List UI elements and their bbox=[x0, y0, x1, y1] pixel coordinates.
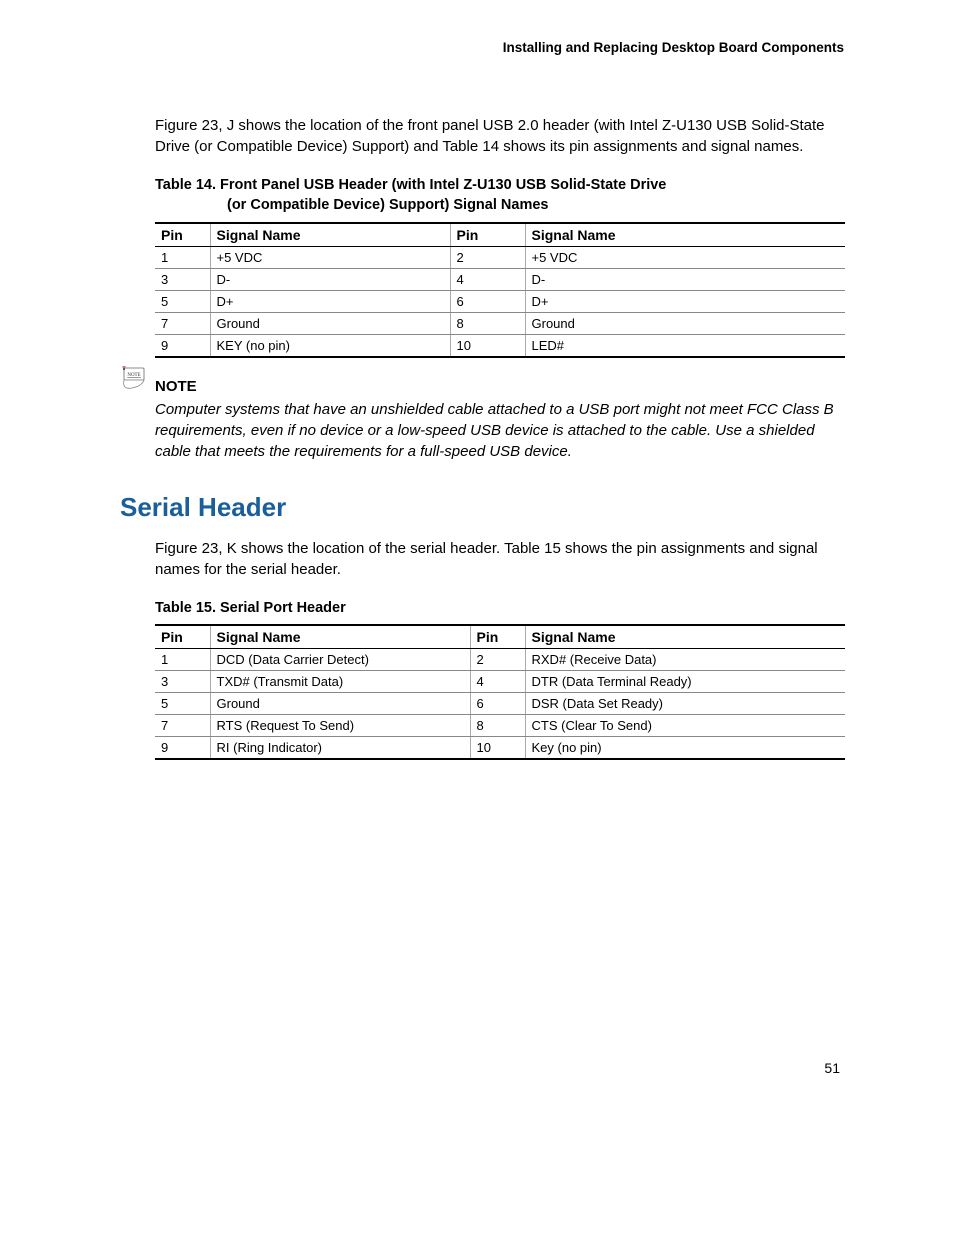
table15: Pin Signal Name Pin Signal Name 1 DCD (D… bbox=[155, 624, 845, 760]
cell-pin-b: 4 bbox=[470, 670, 525, 692]
table-row: 1 DCD (Data Carrier Detect) 2 RXD# (Rece… bbox=[155, 648, 845, 670]
table-row: 5 Ground 6 DSR (Data Set Ready) bbox=[155, 692, 845, 714]
table-row: 7 RTS (Request To Send) 8 CTS (Clear To … bbox=[155, 714, 845, 736]
th-pin-a: Pin bbox=[155, 223, 210, 247]
cell-sig-b: DSR (Data Set Ready) bbox=[525, 692, 845, 714]
cell-sig-a: KEY (no pin) bbox=[210, 334, 450, 357]
cell-pin-b: 10 bbox=[470, 736, 525, 759]
table-row: 9 RI (Ring Indicator) 10 Key (no pin) bbox=[155, 736, 845, 759]
running-header: Installing and Replacing Desktop Board C… bbox=[120, 40, 844, 55]
svg-text:NOTE: NOTE bbox=[127, 373, 140, 378]
table15-caption: Table 15. Serial Port Header bbox=[155, 598, 844, 618]
cell-sig-a: D- bbox=[210, 268, 450, 290]
cell-sig-b: CTS (Clear To Send) bbox=[525, 714, 845, 736]
intro-paragraph-2: Figure 23, K shows the location of the s… bbox=[155, 538, 844, 580]
section-heading-serial: Serial Header bbox=[120, 492, 844, 523]
table14-caption-line1: Table 14. Front Panel USB Header (with I… bbox=[155, 177, 666, 193]
cell-pin-a: 9 bbox=[155, 334, 210, 357]
page-number: 51 bbox=[120, 1060, 844, 1076]
th-sig-b: Signal Name bbox=[525, 625, 845, 649]
cell-sig-b: +5 VDC bbox=[525, 246, 845, 268]
th-pin-b: Pin bbox=[450, 223, 525, 247]
cell-sig-b: RXD# (Receive Data) bbox=[525, 648, 845, 670]
th-sig-a: Signal Name bbox=[210, 223, 450, 247]
cell-pin-b: 2 bbox=[450, 246, 525, 268]
table-row: 9 KEY (no pin) 10 LED# bbox=[155, 334, 845, 357]
note-heading: NOTE bbox=[155, 378, 844, 395]
cell-pin-a: 3 bbox=[155, 670, 210, 692]
th-sig-b: Signal Name bbox=[525, 223, 845, 247]
cell-sig-b: D+ bbox=[525, 290, 845, 312]
table14: Pin Signal Name Pin Signal Name 1 +5 VDC… bbox=[155, 222, 845, 358]
cell-sig-a: DCD (Data Carrier Detect) bbox=[210, 648, 470, 670]
cell-pin-b: 6 bbox=[450, 290, 525, 312]
table-row: 7 Ground 8 Ground bbox=[155, 312, 845, 334]
cell-pin-a: 3 bbox=[155, 268, 210, 290]
cell-sig-a: RI (Ring Indicator) bbox=[210, 736, 470, 759]
note-block: NOTE NOTE Computer systems that have an … bbox=[155, 378, 844, 462]
cell-sig-a: +5 VDC bbox=[210, 246, 450, 268]
cell-sig-b: LED# bbox=[525, 334, 845, 357]
table-header-row: Pin Signal Name Pin Signal Name bbox=[155, 625, 845, 649]
cell-sig-a: RTS (Request To Send) bbox=[210, 714, 470, 736]
cell-sig-a: Ground bbox=[210, 312, 450, 334]
cell-sig-a: Ground bbox=[210, 692, 470, 714]
cell-sig-b: Ground bbox=[525, 312, 845, 334]
cell-pin-b: 6 bbox=[470, 692, 525, 714]
cell-sig-b: DTR (Data Terminal Ready) bbox=[525, 670, 845, 692]
cell-pin-a: 7 bbox=[155, 312, 210, 334]
cell-sig-b: D- bbox=[525, 268, 845, 290]
table-row: 1 +5 VDC 2 +5 VDC bbox=[155, 246, 845, 268]
th-pin-a: Pin bbox=[155, 625, 210, 649]
table-header-row: Pin Signal Name Pin Signal Name bbox=[155, 223, 845, 247]
table-row: 3 TXD# (Transmit Data) 4 DTR (Data Termi… bbox=[155, 670, 845, 692]
note-body: Computer systems that have an unshielded… bbox=[155, 399, 844, 462]
intro-paragraph-1: Figure 23, J shows the location of the f… bbox=[155, 115, 844, 157]
th-sig-a: Signal Name bbox=[210, 625, 470, 649]
cell-pin-a: 5 bbox=[155, 692, 210, 714]
cell-pin-b: 2 bbox=[470, 648, 525, 670]
cell-pin-a: 7 bbox=[155, 714, 210, 736]
page: Installing and Replacing Desktop Board C… bbox=[0, 40, 954, 1076]
table14-caption-line2: (or Compatible Device) Support) Signal N… bbox=[155, 195, 844, 215]
cell-sig-b: Key (no pin) bbox=[525, 736, 845, 759]
cell-pin-a: 1 bbox=[155, 648, 210, 670]
table14-caption: Table 14. Front Panel USB Header (with I… bbox=[155, 175, 844, 216]
cell-pin-b: 10 bbox=[450, 334, 525, 357]
cell-sig-a: TXD# (Transmit Data) bbox=[210, 670, 470, 692]
table-row: 5 D+ 6 D+ bbox=[155, 290, 845, 312]
th-pin-b: Pin bbox=[470, 625, 525, 649]
table-row: 3 D- 4 D- bbox=[155, 268, 845, 290]
cell-pin-b: 8 bbox=[470, 714, 525, 736]
cell-pin-a: 9 bbox=[155, 736, 210, 759]
note-icon: NOTE bbox=[120, 366, 150, 399]
cell-pin-b: 8 bbox=[450, 312, 525, 334]
cell-sig-a: D+ bbox=[210, 290, 450, 312]
cell-pin-a: 1 bbox=[155, 246, 210, 268]
cell-pin-b: 4 bbox=[450, 268, 525, 290]
cell-pin-a: 5 bbox=[155, 290, 210, 312]
